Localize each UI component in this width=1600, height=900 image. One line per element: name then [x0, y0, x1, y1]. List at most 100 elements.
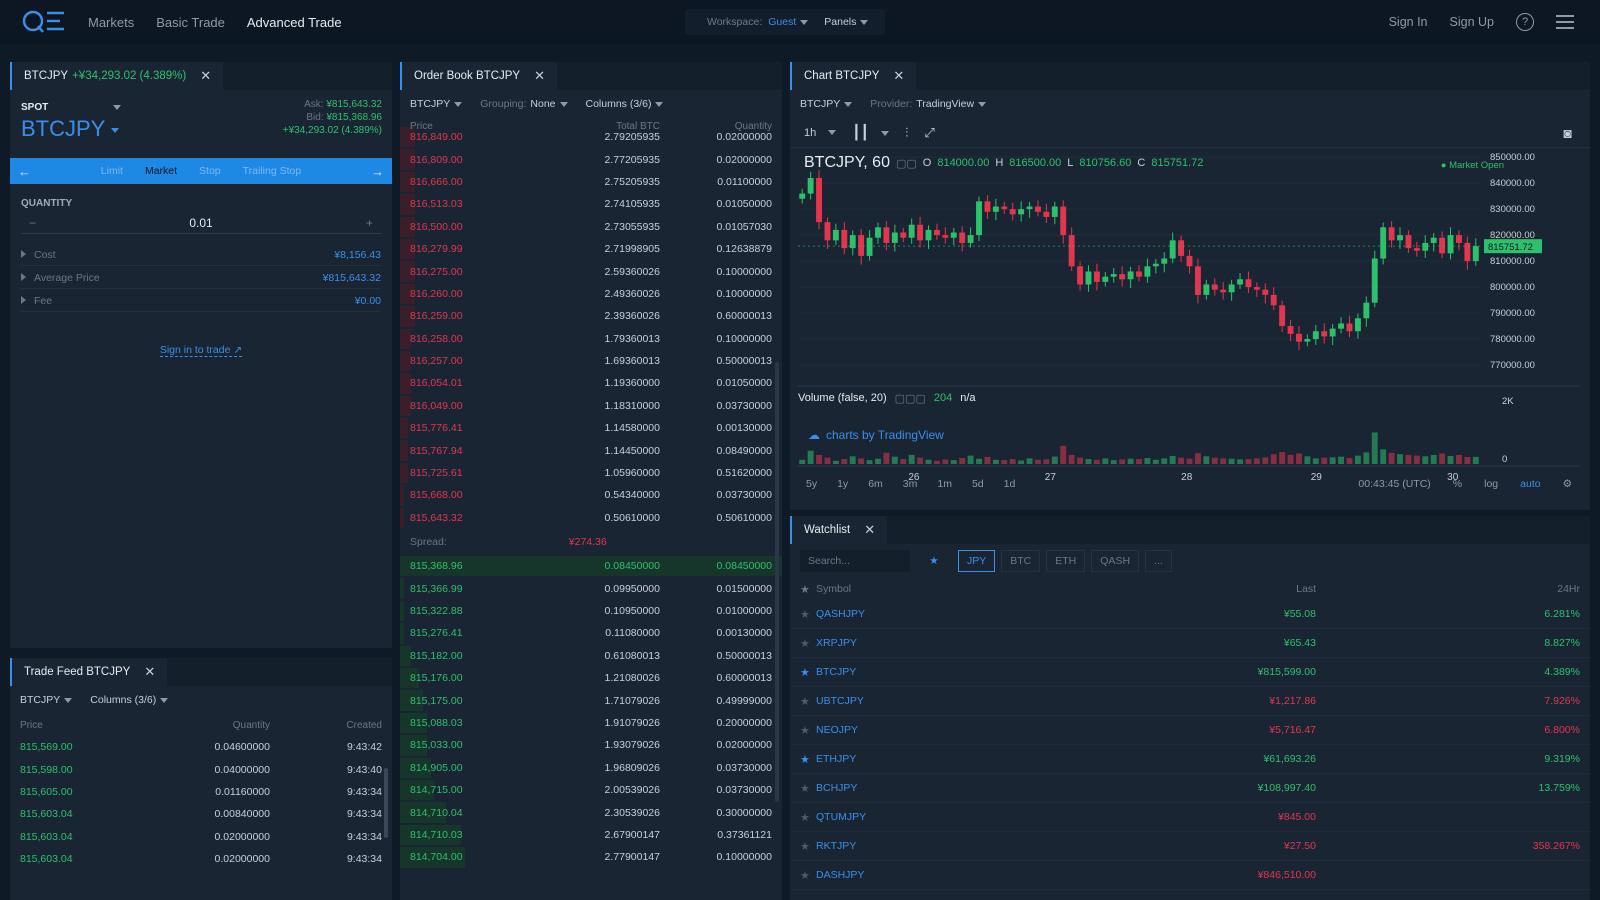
- interval-dropdown[interactable]: 1h: [804, 127, 837, 139]
- ask-row[interactable]: 816,260.00 2.49360026 0.10000000: [400, 283, 782, 305]
- fullscreen-icon[interactable]: ⤢: [924, 125, 934, 141]
- col-quantity[interactable]: Quantity: [160, 720, 270, 731]
- ask-row[interactable]: 816,500.00 2.73055935 0.01057030: [400, 216, 782, 238]
- watchlist-row[interactable]: ★ UBTCJPY ¥1,217.86 7.926%: [790, 687, 1590, 716]
- tradingview-branding[interactable]: ☁ charts by TradingView: [808, 428, 944, 442]
- pair-selector[interactable]: BTCJPY: [21, 116, 120, 142]
- table-row[interactable]: 815,598.00 0.04000000 9:43:40: [10, 758, 392, 780]
- watchlist-symbol[interactable]: NEOJPY: [816, 724, 1196, 736]
- watchlist-row[interactable]: ★ QTUMJPY ¥845.00: [790, 803, 1590, 832]
- table-row[interactable]: 815,603.04 0.02000000 9:43:34: [10, 848, 392, 870]
- watchlist-row[interactable]: ★ NEOJPY ¥5,716.47 6.800%: [790, 716, 1590, 745]
- range-3m[interactable]: 3m: [903, 478, 918, 490]
- percent-toggle[interactable]: %: [1453, 478, 1462, 490]
- arrow-left-icon[interactable]: ←: [18, 164, 31, 179]
- bid-row[interactable]: 815,088.03 1.91079026 0.20000000: [400, 712, 782, 734]
- ask-row[interactable]: 815,767.94 1.14450000 0.08490000: [400, 439, 782, 461]
- order-type-limit[interactable]: Limit: [101, 165, 123, 177]
- ask-row[interactable]: 815,725.61 1.05960000 0.51620000: [400, 462, 782, 484]
- watchlist-row[interactable]: ★ ETHJPY ¥61,693.26 9.319%: [790, 745, 1590, 774]
- table-row[interactable]: 815,569.00 0.04600000 9:43:42: [10, 736, 392, 758]
- star-icon[interactable]: ★: [800, 753, 816, 766]
- watchlist-symbol[interactable]: DASHJPY: [816, 869, 1196, 881]
- auto-toggle[interactable]: auto: [1520, 478, 1540, 490]
- ask-row[interactable]: 816,275.00 2.59360026 0.10000000: [400, 260, 782, 282]
- range-1d[interactable]: 1d: [1004, 478, 1016, 490]
- col-created[interactable]: Created: [270, 720, 382, 731]
- col-total-btc[interactable]: Total BTC: [550, 121, 660, 132]
- bid-row[interactable]: 814,710.03 2.67900147 0.37361121: [400, 824, 782, 846]
- ask-row[interactable]: 815,668.00 0.54340000 0.03730000: [400, 484, 782, 506]
- average-price-row[interactable]: Average Price ¥815,643.32: [21, 267, 381, 289]
- watchlist-search-input[interactable]: Search...: [800, 550, 910, 572]
- sign-in-to-trade-link[interactable]: Sign in to trade ↗: [10, 344, 392, 357]
- table-row[interactable]: 815,605.00 0.01160000 9:43:34: [10, 781, 392, 803]
- bid-row[interactable]: 815,366.99 0.09950000 0.01500000: [400, 577, 782, 599]
- grouping-dropdown[interactable]: Grouping: None: [480, 98, 568, 110]
- bid-row[interactable]: 814,905.00 1.96809026 0.03730000: [400, 757, 782, 779]
- settings-icon[interactable]: ⚙: [1563, 478, 1572, 490]
- watchlist-row[interactable]: ★ XRPJPY ¥65.43 8.827%: [790, 629, 1590, 658]
- filter-eth[interactable]: ETH: [1046, 550, 1086, 572]
- star-icon[interactable]: ★: [800, 840, 816, 853]
- table-row[interactable]: 815,603.04 0.02000000 9:43:34: [10, 826, 392, 848]
- star-icon[interactable]: ★: [800, 666, 816, 679]
- ask-row[interactable]: 816,513.03 2.74105935 0.01050000: [400, 193, 782, 215]
- sign-up-link[interactable]: Sign Up: [1450, 15, 1494, 29]
- watchlist-symbol[interactable]: RKTJPY: [816, 840, 1196, 852]
- decrement-button[interactable]: −: [29, 216, 36, 230]
- watchlist-symbol[interactable]: QTUMJPY: [816, 811, 1196, 823]
- range-1y[interactable]: 1y: [837, 478, 848, 490]
- fee-row[interactable]: Fee ¥0.00: [21, 290, 381, 312]
- ask-row[interactable]: 816,049.00 1.18310000 0.03730000: [400, 395, 782, 417]
- scrollbar[interactable]: [384, 768, 388, 838]
- star-icon[interactable]: ★: [800, 869, 816, 882]
- table-row[interactable]: 815,603.04 0.00840000 9:43:34: [10, 803, 392, 825]
- range-5d[interactable]: 5d: [972, 478, 984, 490]
- bid-row[interactable]: 815,176.00 1.21080026 0.60000013: [400, 667, 782, 689]
- price-chart[interactable]: 815751.72850000.00840000.00830000.008200…: [790, 148, 1590, 508]
- chart-pair-dropdown[interactable]: BTCJPY: [800, 98, 853, 110]
- favorites-filter-button[interactable]: ★: [916, 550, 952, 572]
- bid-row[interactable]: 815,322.88 0.10950000 0.01000000: [400, 600, 782, 622]
- close-icon[interactable]: ✕: [200, 68, 211, 84]
- star-icon[interactable]: ★: [800, 637, 816, 650]
- bid-row[interactable]: 814,710.04 2.30539026 0.30000000: [400, 801, 782, 823]
- increment-button[interactable]: +: [366, 216, 373, 230]
- watchlist-symbol[interactable]: BTCJPY: [816, 666, 1196, 678]
- range-6m[interactable]: 6m: [868, 478, 883, 490]
- watchlist-symbol[interactable]: ETHJPY: [816, 753, 1196, 765]
- candles-icon[interactable]: ┃┃: [852, 124, 890, 141]
- order-type-stop[interactable]: Stop: [199, 165, 221, 177]
- tab-order-book[interactable]: Order Book BTCJPY ✕: [400, 62, 557, 90]
- bid-row[interactable]: 815,182.00 0.61080013 0.50000013: [400, 645, 782, 667]
- star-icon[interactable]: ★: [800, 782, 816, 795]
- col-last[interactable]: Last: [1196, 583, 1316, 595]
- order-type-trailing-stop[interactable]: Trailing Stop: [243, 165, 302, 177]
- star-icon[interactable]: ★: [800, 695, 816, 708]
- ask-row[interactable]: 816,279.99 2.71998905 0.12638879: [400, 238, 782, 260]
- quantity-stepper[interactable]: − 0.01 +: [21, 212, 381, 234]
- qe-logo-icon[interactable]: [22, 8, 66, 36]
- col-symbol[interactable]: Symbol: [816, 583, 1196, 595]
- ask-row[interactable]: 816,258.00 1.79360013 0.10000000: [400, 328, 782, 350]
- arrow-right-icon[interactable]: →: [371, 164, 384, 179]
- star-icon[interactable]: ★: [800, 724, 816, 737]
- ask-row[interactable]: 815,776.41 1.14580000 0.00130000: [400, 417, 782, 439]
- watchlist-symbol[interactable]: BCHJPY: [816, 782, 1196, 794]
- col-24hr[interactable]: 24Hr: [1316, 583, 1580, 595]
- watchlist-symbol[interactable]: QASHJPY: [816, 608, 1196, 620]
- filter-btc[interactable]: BTC: [1001, 550, 1041, 572]
- legend-box-icon[interactable]: ▢▢: [896, 157, 917, 170]
- workspace-dropdown[interactable]: Guest: [768, 16, 809, 28]
- watchlist-row[interactable]: ★ BTCJPY ¥815,599.00 4.389%: [790, 658, 1590, 687]
- scrollbar[interactable]: [775, 362, 779, 802]
- trade-feed-columns-dropdown[interactable]: Columns (3/6): [90, 694, 169, 706]
- range-1m[interactable]: 1m: [937, 478, 952, 490]
- watchlist-symbol[interactable]: UBTCJPY: [816, 695, 1196, 707]
- camera-icon[interactable]: ◙: [1564, 125, 1572, 141]
- bid-row[interactable]: 815,033.00 1.93079026 0.02000000: [400, 734, 782, 756]
- star-icon[interactable]: ★: [800, 608, 816, 621]
- bid-row[interactable]: 815,276.41 0.11080000 0.00130000: [400, 622, 782, 644]
- col-price[interactable]: Price: [410, 121, 550, 132]
